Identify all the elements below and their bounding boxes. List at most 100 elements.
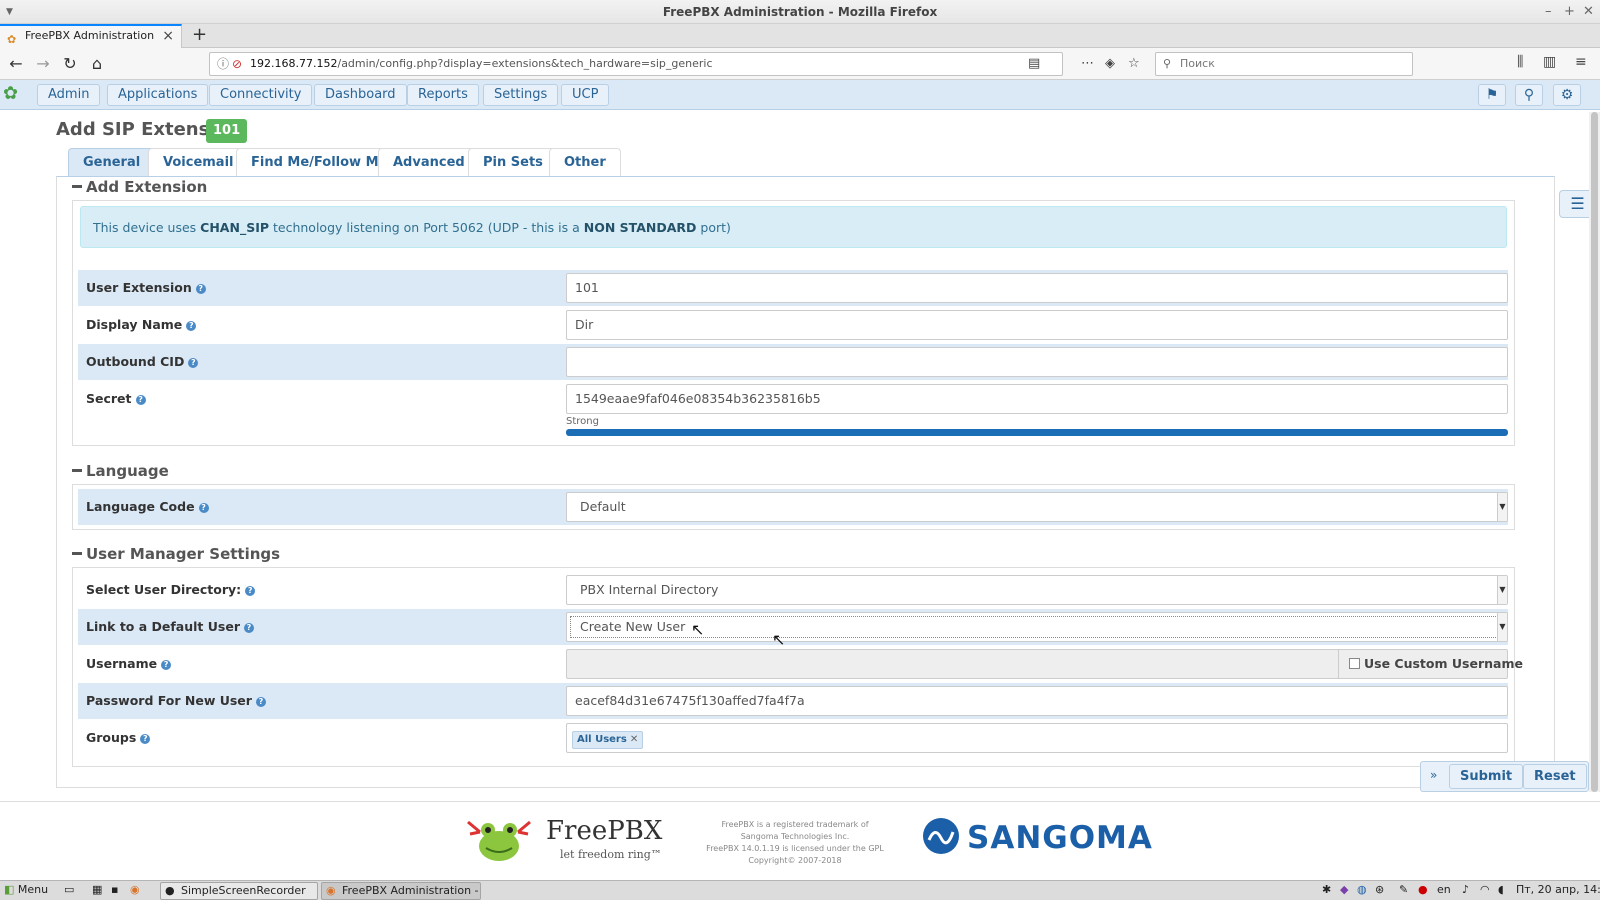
collapse-icon	[72, 468, 82, 472]
tray-network-icon[interactable]: ✱	[1322, 882, 1331, 899]
help-icon[interactable]: ?	[244, 622, 254, 633]
terminal-icon[interactable]: ▪	[111, 882, 118, 899]
home-icon[interactable]: ⌂	[86, 53, 108, 75]
info-icon[interactable]: ⓘ	[217, 53, 229, 75]
search-input[interactable]: ⚲ Поиск	[1155, 52, 1413, 76]
tray-hp-icon[interactable]: ◍	[1357, 882, 1367, 899]
menu-admin[interactable]: Admin	[37, 84, 101, 106]
section-user-manager-heading[interactable]: User Manager Settings	[72, 545, 280, 563]
menu-settings[interactable]: Settings	[483, 84, 559, 106]
file-manager-icon[interactable]: ▦	[92, 882, 102, 899]
reader-view-icon[interactable]: ▤	[1028, 53, 1040, 75]
pocket-icon[interactable]: ◈	[1105, 53, 1115, 75]
tab-other[interactable]: Other	[549, 148, 621, 176]
show-desktop-icon[interactable]: ▭	[64, 882, 74, 899]
submit-button[interactable]: Submit	[1449, 764, 1524, 789]
browser-tab-bar: ✿ FreePBX Administration × +	[0, 24, 1600, 48]
help-icon[interactable]: ?	[186, 320, 197, 331]
tray-record-icon[interactable]: ●	[1418, 882, 1428, 899]
menu-ucp[interactable]: UCP	[561, 84, 610, 106]
help-icon[interactable]: ?	[140, 733, 151, 744]
sidebar-icon[interactable]: ▥	[1543, 54, 1556, 70]
scrollbar-thumb[interactable]	[1591, 112, 1598, 792]
tab-pin-sets[interactable]: Pin Sets	[468, 148, 558, 176]
menu-logo-icon: ◧	[4, 883, 15, 896]
user-directory-select[interactable]: PBX Internal Directory ▼	[566, 575, 1508, 605]
reset-button[interactable]: Reset	[1523, 764, 1587, 789]
secret-strength-bar	[566, 429, 1508, 436]
help-icon[interactable]: ?	[198, 502, 209, 513]
tray-app-icon[interactable]: ◆	[1340, 882, 1348, 899]
help-icon[interactable]: ?	[195, 283, 206, 294]
language-code-select[interactable]: Default ▼	[566, 492, 1508, 522]
remove-chip-icon[interactable]: ✕	[630, 734, 638, 745]
tray-tool-icon[interactable]: ✎	[1399, 882, 1408, 899]
tab-general[interactable]: General	[68, 148, 156, 176]
tab-advanced[interactable]: Advanced	[378, 148, 480, 176]
url-bar[interactable]: ⓘ ⊘ 192.168.77.152/admin/config.php?disp…	[209, 52, 1140, 76]
freepbx-logo-icon[interactable]: ✿	[3, 83, 18, 104]
back-icon[interactable]: ←	[5, 53, 27, 75]
search-placeholder: Поиск	[1180, 57, 1215, 70]
help-icon[interactable]: ?	[188, 357, 199, 368]
tray-wifi-icon[interactable]: ◠	[1480, 882, 1490, 899]
forward-icon[interactable]: →	[32, 53, 54, 75]
minimize-icon[interactable]: –	[1545, 0, 1552, 24]
use-custom-username-toggle[interactable]: Use Custom Username	[1338, 649, 1523, 679]
menu-reports[interactable]: Reports	[407, 84, 479, 106]
bookmark-star-icon[interactable]: ☆	[1128, 53, 1140, 75]
password-new-user-input[interactable]: eacef84d31e67475f130affed7fa4f7a	[566, 686, 1508, 716]
info-nonstandard: NON STANDARD	[583, 220, 697, 235]
section-add-extension-heading[interactable]: Add Extension	[72, 178, 207, 196]
tab-voicemail[interactable]: Voicemail	[148, 148, 249, 176]
groups-input[interactable]	[566, 723, 1508, 753]
group-chip[interactable]: All Users ✕	[572, 731, 644, 749]
collapse-actions-icon[interactable]: »	[1430, 768, 1437, 782]
chevron-down-icon: ▼	[1497, 493, 1507, 521]
maximize-icon[interactable]: +	[1564, 0, 1575, 24]
taskbar-window-screenrecorder[interactable]: ● SimpleScreenRecorder	[160, 882, 318, 900]
tray-update-icon[interactable]: ⊛	[1375, 882, 1384, 899]
username-input[interactable]	[566, 649, 1339, 679]
help-icon[interactable]: ?	[245, 585, 256, 596]
tray-mic-icon[interactable]: ♪	[1462, 882, 1469, 899]
section-language-heading[interactable]: Language	[72, 462, 169, 480]
window-menu-icon[interactable]: ▼	[6, 0, 13, 24]
library-icon[interactable]: ⫼	[1517, 54, 1523, 70]
search-icon: ⚲	[1163, 57, 1172, 70]
freepbx-tagline: let freedom ring™	[560, 848, 662, 861]
page-scrollbar[interactable]	[1589, 112, 1600, 792]
hamburger-menu-icon[interactable]: ≡	[1575, 54, 1587, 70]
menu-applications[interactable]: Applications	[107, 84, 209, 106]
close-tab-icon[interactable]: ×	[162, 26, 174, 46]
link-default-user-select[interactable]: Create New User ▼	[566, 612, 1508, 642]
mouse-pointer-icon: ↖	[772, 630, 786, 649]
search-menu-icon[interactable]: ⚲	[1515, 84, 1543, 106]
keyboard-layout-indicator[interactable]: en	[1437, 882, 1451, 899]
taskbar-window-firefox[interactable]: ◉ FreePBX Administration - ...	[321, 882, 481, 900]
menu-dashboard[interactable]: Dashboard	[314, 84, 407, 106]
firefox-launcher-icon[interactable]: ◉	[130, 882, 140, 899]
browser-tab[interactable]: ✿ FreePBX Administration ×	[0, 24, 182, 48]
clock[interactable]: Пт, 20 апр, 14:31	[1516, 882, 1600, 899]
secret-input[interactable]: 1549eaae9faf046e08354b36235816b5	[566, 384, 1508, 414]
close-window-icon[interactable]: ✕	[1583, 0, 1594, 24]
display-name-input[interactable]: Dir	[566, 310, 1508, 340]
user-extension-input[interactable]: 101	[566, 273, 1508, 303]
help-icon[interactable]: ?	[135, 394, 146, 405]
label-text: Username	[86, 656, 158, 671]
reload-icon[interactable]: ↻	[59, 53, 81, 75]
settings-gear-icon[interactable]: ⚙	[1553, 84, 1581, 106]
menu-connectivity[interactable]: Connectivity	[209, 84, 313, 106]
outbound-cid-input[interactable]	[566, 347, 1508, 377]
tray-volume-icon[interactable]: ◖	[1498, 882, 1504, 899]
page-actions-icon[interactable]: ⋯	[1081, 53, 1094, 75]
help-icon[interactable]: ?	[161, 659, 172, 670]
start-menu-button[interactable]: ◧ Menu	[4, 882, 48, 899]
help-icon[interactable]: ?	[255, 696, 266, 707]
info-text: technology listening on Port 5062 (UDP -…	[269, 220, 584, 235]
language-icon[interactable]: ⚑	[1478, 84, 1506, 106]
new-tab-button[interactable]: +	[192, 24, 207, 46]
checkbox[interactable]	[1349, 658, 1360, 669]
insecure-lock-icon[interactable]: ⊘	[232, 53, 242, 75]
